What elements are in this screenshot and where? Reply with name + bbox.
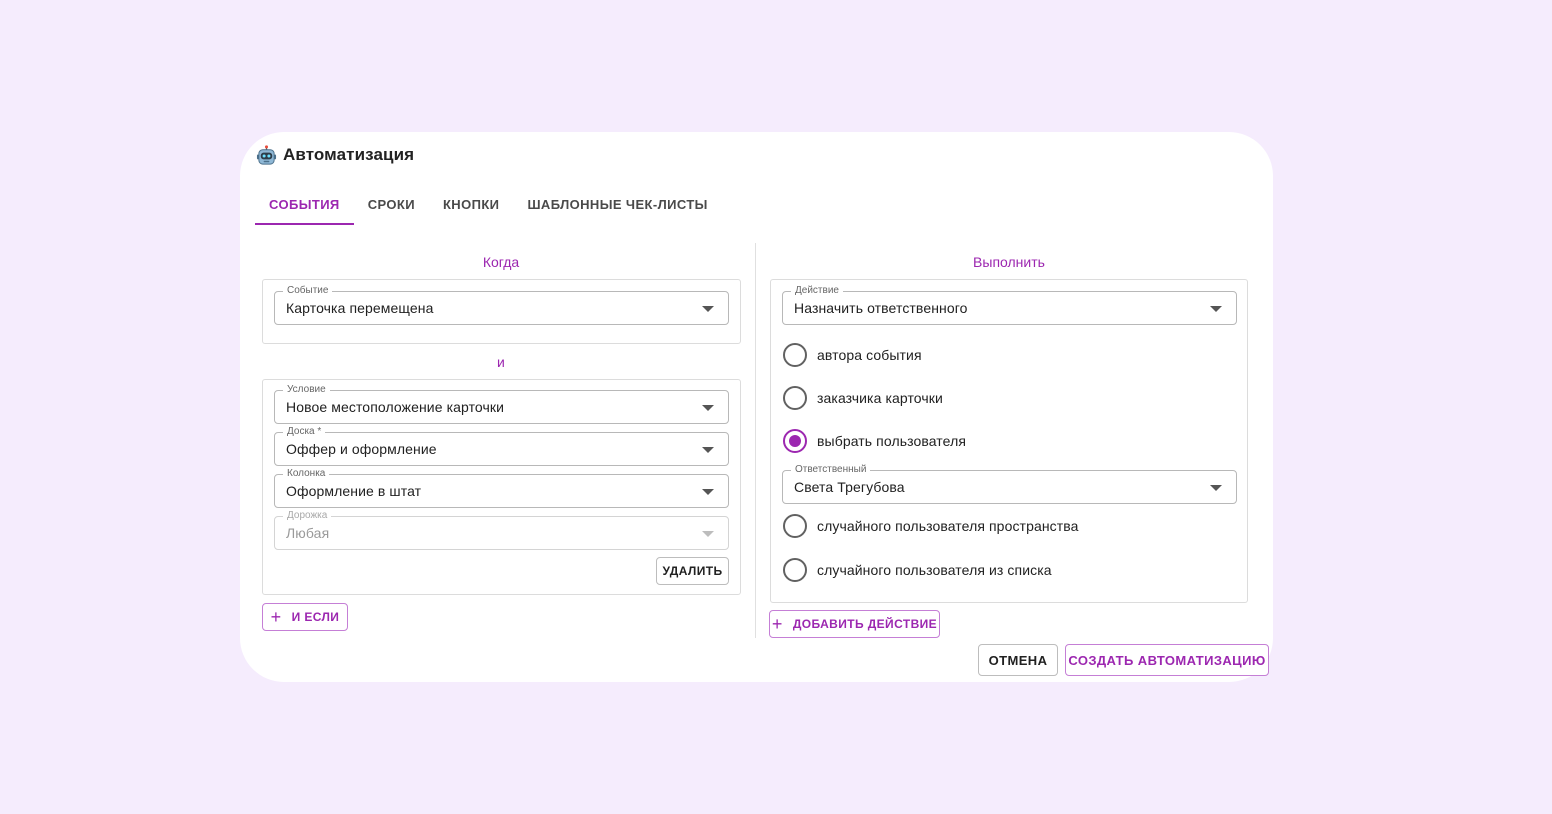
condition-value: Новое местоположение карточки <box>286 399 505 415</box>
radio-option-select-user[interactable]: выбрать пользователя <box>783 429 966 453</box>
tab-buttons[interactable]: КНОПКИ <box>429 186 513 225</box>
condition-card: Условие Новое местоположение карточки До… <box>262 379 741 595</box>
execute-title: Выполнить <box>973 254 1045 270</box>
add-if-label: И ЕСЛИ <box>291 610 340 624</box>
when-title: Когда <box>482 254 520 270</box>
radio-option-random-space-user[interactable]: случайного пользователя пространства <box>783 514 1079 538</box>
chevron-down-icon <box>1210 485 1222 491</box>
radio-option-card-customer[interactable]: заказчика карточки <box>783 386 943 410</box>
add-action-button[interactable]: + ДОБАВИТЬ ДЕЙСТВИЕ <box>769 610 940 638</box>
event-legend: Событие <box>283 284 333 297</box>
radio-label: выбрать пользователя <box>817 433 967 449</box>
assignee-value: Света Трегубова <box>794 479 905 495</box>
assignee-legend: Ответственный <box>791 463 871 476</box>
event-card: Событие Карточка перемещена <box>262 279 741 344</box>
assignee-select[interactable]: Ответственный Света Трегубова <box>782 463 1237 504</box>
delete-condition-button[interactable]: УДАЛИТЬ <box>656 557 729 585</box>
chevron-down-icon <box>702 531 714 537</box>
condition-legend: Условие <box>283 383 330 396</box>
action-select[interactable]: Действие Назначить ответственного <box>782 284 1237 325</box>
tab-deadlines[interactable]: СРОКИ <box>354 186 429 225</box>
automation-dialog: Автоматизация СОБЫТИЯ СРОКИ КНОПКИ ШАБЛО… <box>240 132 1273 682</box>
board-value: Оффер и оформление <box>286 441 437 457</box>
radio-label: случайного пользователя пространства <box>817 518 1079 534</box>
radio-option-event-author[interactable]: автора события <box>783 343 922 367</box>
and-label: и <box>497 354 505 370</box>
radio-button[interactable] <box>783 514 807 538</box>
column-select[interactable]: Колонка Оформление в штат <box>274 467 729 508</box>
robot-icon <box>256 144 277 165</box>
add-if-button[interactable]: + И ЕСЛИ <box>262 603 348 631</box>
plus-icon: + <box>771 614 783 634</box>
radio-button-checked[interactable] <box>783 429 807 453</box>
cancel-button[interactable]: ОТМЕНА <box>978 644 1058 676</box>
action-card: Действие Назначить ответственного автора… <box>770 279 1248 603</box>
board-select[interactable]: Доска * Оффер и оформление <box>274 425 729 466</box>
condition-select[interactable]: Условие Новое местоположение карточки <box>274 383 729 424</box>
action-value: Назначить ответственного <box>794 300 968 316</box>
chevron-down-icon <box>1210 306 1222 312</box>
column-legend: Колонка <box>283 467 330 480</box>
radio-button[interactable] <box>783 558 807 582</box>
event-select[interactable]: Событие Карточка перемещена <box>274 284 729 325</box>
event-value: Карточка перемещена <box>286 300 434 316</box>
lane-select: Дорожка Любая <box>274 509 729 550</box>
column-divider <box>755 243 756 638</box>
chevron-down-icon <box>702 306 714 312</box>
board-legend: Доска * <box>283 425 326 438</box>
plus-icon: + <box>270 607 282 627</box>
action-legend: Действие <box>791 284 843 297</box>
column-value: Оформление в штат <box>286 483 422 499</box>
add-action-label: ДОБАВИТЬ ДЕЙСТВИЕ <box>792 617 938 631</box>
create-automation-button[interactable]: СОЗДАТЬ АВТОМАТИЗАЦИЮ <box>1065 644 1269 676</box>
tab-bar: СОБЫТИЯ СРОКИ КНОПКИ ШАБЛОННЫЕ ЧЕК-ЛИСТЫ <box>255 186 722 225</box>
radio-option-random-list-user[interactable]: случайного пользователя из списка <box>783 558 1052 582</box>
radio-button[interactable] <box>783 386 807 410</box>
radio-label: заказчика карточки <box>817 390 943 406</box>
tab-checklist-templates[interactable]: ШАБЛОННЫЕ ЧЕК-ЛИСТЫ <box>513 186 721 225</box>
chevron-down-icon <box>702 489 714 495</box>
chevron-down-icon <box>702 447 714 453</box>
dialog-title: Автоматизация <box>283 145 415 164</box>
lane-legend: Дорожка <box>283 509 332 522</box>
radio-label: случайного пользователя из списка <box>817 562 1052 578</box>
dialog-header: Автоматизация <box>256 144 414 166</box>
chevron-down-icon <box>702 405 714 411</box>
tab-events[interactable]: СОБЫТИЯ <box>255 186 354 225</box>
lane-value: Любая <box>286 525 330 541</box>
radio-button[interactable] <box>783 343 807 367</box>
radio-label: автора события <box>817 347 922 363</box>
